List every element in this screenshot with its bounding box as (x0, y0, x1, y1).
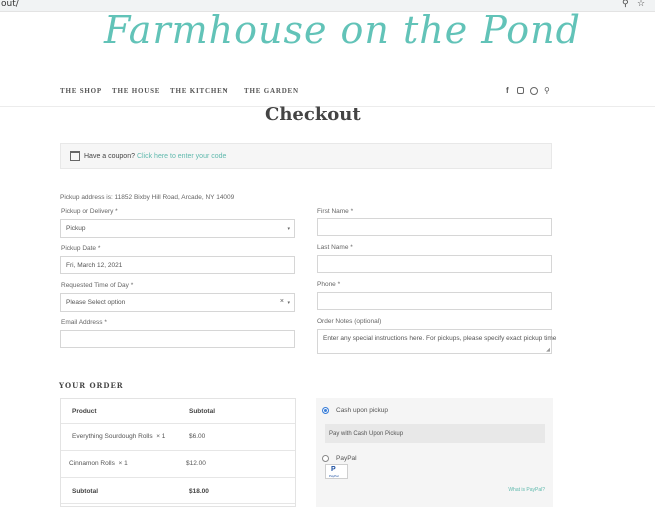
coupon-notice: Have a coupon? Click here to enter your … (60, 143, 552, 169)
pickup-date-value: Fri, March 12, 2021 (66, 262, 123, 269)
calendar-icon (70, 151, 80, 161)
chevron-down-icon[interactable]: ⌄ (222, 84, 229, 93)
order-item-name: Everything Sourdough Rolls × 1 (72, 433, 166, 440)
page-title: Checkout (265, 104, 361, 125)
select-arrow-icon: ▾ (287, 226, 290, 232)
table-divider (61, 423, 295, 424)
pickup-date-input[interactable]: Fri, March 12, 2021 (60, 256, 295, 274)
pickup-delivery-label: Pickup or Delivery * (61, 208, 118, 215)
order-notes-placeholder: Enter any special instructions here. For… (323, 335, 557, 342)
last-name-field[interactable] (317, 255, 552, 273)
coupon-link[interactable]: Click here to enter your code (137, 153, 227, 160)
order-notes-textarea[interactable]: Enter any special instructions here. For… (317, 329, 556, 354)
table-divider (61, 503, 295, 504)
order-table: Product Subtotal Everything Sourdough Ro… (60, 398, 296, 507)
paypal-radio[interactable] (322, 455, 329, 462)
paypal-label[interactable]: PayPal (336, 455, 357, 462)
nav-item-kitchen[interactable]: THE KITCHEN (170, 87, 228, 95)
what-is-paypal-link[interactable]: What is PayPal? (508, 487, 545, 493)
first-name-field[interactable] (317, 218, 552, 236)
your-order-heading: YOUR ORDER (59, 381, 124, 390)
time-of-day-label: Requested Time of Day * (61, 282, 134, 289)
paypal-p-icon: P (331, 466, 336, 473)
first-name-label: First Name * (317, 208, 354, 215)
pickup-delivery-select[interactable]: Pickup ▾ (60, 219, 295, 238)
zoom-icon[interactable]: ⚲ (622, 0, 629, 9)
resize-handle-icon[interactable]: ◢ (546, 347, 550, 353)
cash-description-box: Pay with Cash Upon Pickup (325, 424, 545, 443)
subtotal-label: Subtotal (72, 488, 98, 495)
phone-field[interactable] (317, 292, 552, 310)
search-icon[interactable]: ⚲ (544, 86, 550, 95)
select-arrow-icon: ▾ (287, 300, 290, 306)
phone-label: Phone * (317, 281, 341, 288)
coupon-text: Have a coupon? Click here to enter your … (84, 153, 227, 160)
subtotal-value: $18.00 (189, 488, 209, 495)
cash-radio[interactable] (322, 407, 329, 414)
paypal-logo: P PayPal (325, 464, 348, 479)
order-item-subtotal: $12.00 (186, 460, 206, 467)
bookmark-star-icon[interactable]: ☆ (637, 0, 645, 9)
last-name-label: Last Name * (317, 244, 353, 251)
table-divider (61, 450, 295, 451)
pickup-date-label: Pickup Date * (61, 245, 101, 252)
order-item-subtotal: $6.00 (189, 433, 206, 440)
pickup-address: Pickup address is: 11852 Bixby Hill Road… (60, 194, 235, 201)
pickup-delivery-value: Pickup (66, 225, 86, 232)
col-subtotal-header: Subtotal (189, 408, 215, 415)
nav-item-house[interactable]: THE HOUSE (112, 87, 160, 95)
nav-item-garden[interactable]: THE GARDEN (244, 87, 299, 95)
payment-methods: Cash upon pickup Pay with Cash Upon Pick… (316, 398, 553, 507)
nav-item-shop[interactable]: THE SHOP (60, 87, 102, 95)
paypal-logo-text: PayPal (329, 474, 339, 478)
site-logo[interactable]: Farmhouse on the Pond (104, 8, 581, 52)
cash-label[interactable]: Cash upon pickup (336, 407, 388, 414)
url-text[interactable]: out/ (1, 0, 19, 9)
time-of-day-select[interactable]: Please Select option × ▾ (60, 293, 295, 312)
time-of-day-value: Please Select option (66, 299, 126, 306)
email-label: Email Address * (61, 319, 107, 326)
email-field[interactable] (60, 330, 295, 348)
instagram-icon[interactable] (517, 87, 524, 94)
order-item-name: Cinnamon Rolls × 1 (69, 460, 128, 467)
order-notes-label: Order Notes (optional) (317, 318, 382, 325)
cash-description: Pay with Cash Upon Pickup (329, 431, 404, 437)
facebook-icon[interactable]: f (506, 86, 509, 95)
pinterest-icon[interactable] (530, 87, 538, 95)
clear-selection-icon[interactable]: × (280, 298, 284, 305)
col-product-header: Product (72, 408, 97, 415)
table-divider (61, 477, 295, 478)
